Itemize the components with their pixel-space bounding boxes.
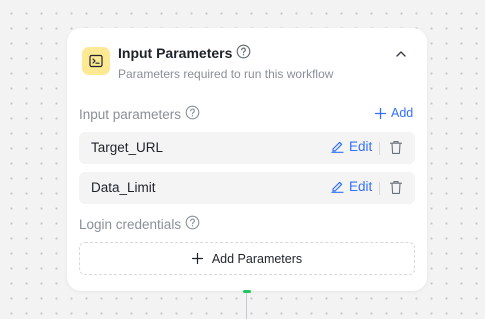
help-icon[interactable]	[236, 44, 251, 62]
divider	[379, 182, 380, 195]
help-icon[interactable]	[185, 105, 200, 123]
input-parameters-label-text: Input parameters	[79, 106, 182, 122]
add-label: Add	[391, 106, 414, 120]
login-credentials-label: Login credentials	[79, 215, 200, 233]
add-parameters-button[interactable]: Add Parameters	[79, 242, 415, 275]
trash-icon[interactable]	[389, 140, 403, 155]
add-parameters-label: Add Parameters	[211, 251, 303, 266]
edit-label: Edit	[349, 179, 373, 194]
parameter-row: Data_Limit Edit	[79, 172, 415, 204]
parameter-row: Target_URL Edit	[79, 132, 415, 164]
edit-parameter-button[interactable]: Edit	[331, 139, 372, 154]
edit-label: Edit	[349, 139, 373, 154]
card-subtitle: Parameters required to run this workflow	[118, 67, 334, 81]
pencil-icon	[331, 181, 344, 193]
divider	[379, 142, 380, 155]
trash-icon[interactable]	[389, 180, 403, 195]
card-title: Input Parameters	[118, 44, 251, 62]
plus-icon	[375, 107, 386, 119]
help-icon[interactable]	[185, 215, 200, 233]
plus-icon	[191, 253, 203, 264]
login-credentials-label-text: Login credentials	[79, 216, 182, 232]
workflow-connector-line	[246, 291, 247, 319]
card-title-text: Input Parameters	[118, 45, 233, 61]
pencil-icon	[331, 141, 344, 153]
chevron-up-icon[interactable]	[393, 46, 409, 62]
parameter-name: Data_Limit	[91, 180, 156, 195]
add-input-parameter-button[interactable]: Add	[375, 106, 413, 120]
connector-handle[interactable]	[243, 290, 251, 293]
parameter-name: Target_URL	[91, 140, 164, 155]
terminal-icon	[82, 47, 110, 75]
input-parameters-card: Input Parameters Parameters required to …	[67, 28, 427, 291]
edit-parameter-button[interactable]: Edit	[331, 179, 372, 194]
input-parameters-label: Input parameters	[79, 105, 200, 123]
